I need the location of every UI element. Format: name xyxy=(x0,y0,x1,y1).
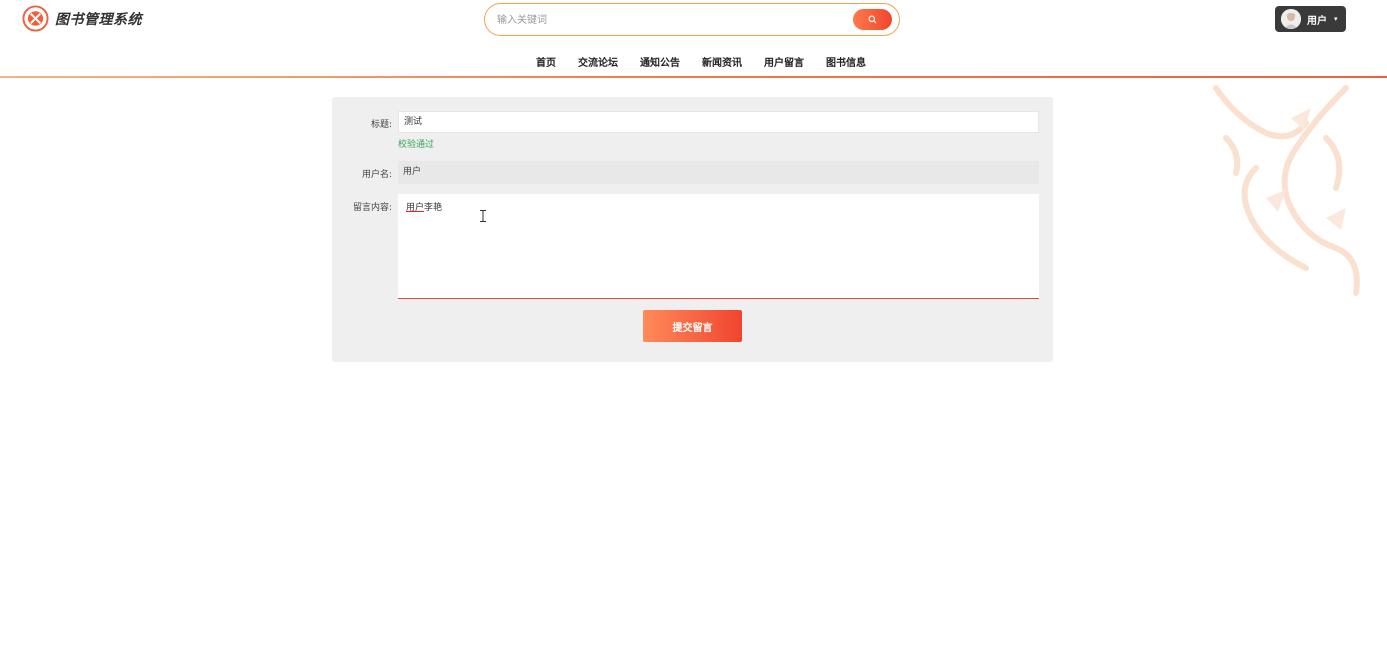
username-label: 用户名: xyxy=(361,170,392,180)
search-icon xyxy=(868,15,877,24)
main-nav: 首页 交流论坛 通知公告 新闻资讯 用户留言 图书信息 xyxy=(536,54,866,69)
content-label: 留言内容: xyxy=(352,203,392,213)
nav-item-home[interactable]: 首页 xyxy=(536,54,556,69)
content-textarea[interactable]: 用户李艳 xyxy=(398,194,1039,299)
validation-message: 校验通过 xyxy=(398,140,435,150)
search-input[interactable] xyxy=(497,10,837,30)
caret-down-icon: ▾ xyxy=(1334,15,1338,23)
header-divider xyxy=(0,76,1387,78)
nav-item-notices[interactable]: 通知公告 xyxy=(640,54,680,69)
dragon-decoration xyxy=(1213,85,1360,296)
search-bar xyxy=(484,3,900,36)
brand[interactable]: 图书管理系统 xyxy=(22,5,142,32)
nav-item-books[interactable]: 图书信息 xyxy=(826,54,866,69)
message-form: 标题: 测试 校验通过 用户名: 用户 留言内容: 用户李艳 提交留言 xyxy=(332,97,1053,362)
search-button[interactable] xyxy=(853,9,892,30)
content-text-underlined: 用户 xyxy=(406,203,425,213)
nav-item-forum[interactable]: 交流论坛 xyxy=(578,54,618,69)
text-cursor-icon xyxy=(480,210,486,222)
header: 图书管理系统 用户 ▾ xyxy=(0,0,1387,78)
title-label: 标题: xyxy=(370,120,392,130)
page: 图书管理系统 用户 ▾ xyxy=(0,0,1387,662)
username-field: 用户 xyxy=(398,161,1039,184)
avatar xyxy=(1281,9,1301,29)
user-menu-label: 用户 xyxy=(1307,15,1327,27)
content-text: 李艳 xyxy=(424,203,443,213)
nav-item-messages[interactable]: 用户留言 xyxy=(764,54,804,69)
user-menu[interactable]: 用户 ▾ xyxy=(1275,6,1346,32)
title-input[interactable]: 测试 xyxy=(398,111,1039,133)
brand-logo-icon xyxy=(22,5,49,32)
brand-title: 图书管理系统 xyxy=(55,11,142,28)
submit-button[interactable]: 提交留言 xyxy=(643,310,742,342)
nav-item-news[interactable]: 新闻资讯 xyxy=(702,54,742,69)
